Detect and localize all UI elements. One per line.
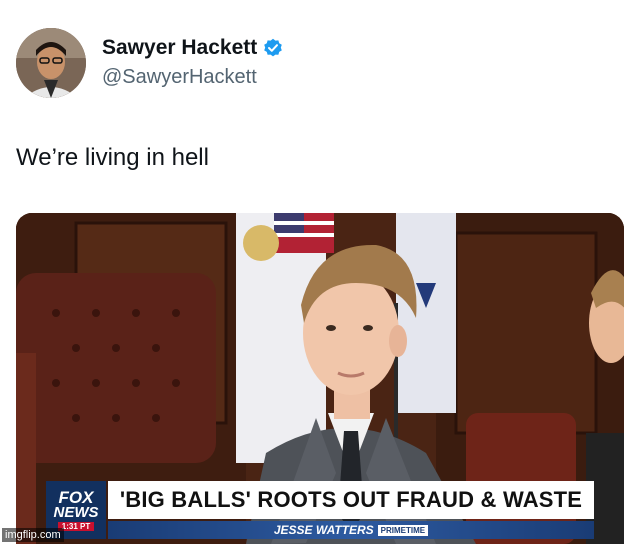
avatar-image — [16, 28, 86, 98]
tweet-text: We’re living in hell — [16, 144, 209, 171]
show-block: PRIMETIME — [377, 524, 429, 536]
tweet-screenshot: Sawyer Hackett @SawyerHackett We’re livi… — [0, 0, 640, 544]
imgflip-watermark: imgflip.com — [2, 528, 64, 542]
show-name: JESSE WATTERS — [273, 523, 374, 537]
handle[interactable]: @SawyerHackett — [102, 66, 257, 89]
author-row: Sawyer Hackett — [102, 36, 283, 60]
chyron-headline: 'BIG BALLS' ROOTS OUT FRAUD & WASTE — [119, 487, 583, 512]
verified-badge-icon — [263, 38, 283, 58]
avatar[interactable] — [16, 28, 86, 98]
show-bar: JESSE WATTERS PRIMETIME — [108, 521, 594, 539]
display-name[interactable]: Sawyer Hackett — [102, 36, 257, 60]
headline-bar: 'BIG BALLS' ROOTS OUT FRAUD & WASTE — [108, 481, 594, 519]
news-chyron: FOX NEWS 1:31 PT 'BIG BALLS' ROOTS OUT F… — [46, 481, 594, 539]
fox-logo-bottom: NEWS — [53, 503, 99, 521]
tweet-media[interactable]: FOX NEWS 1:31 PT 'BIG BALLS' ROOTS OUT F… — [16, 213, 624, 544]
